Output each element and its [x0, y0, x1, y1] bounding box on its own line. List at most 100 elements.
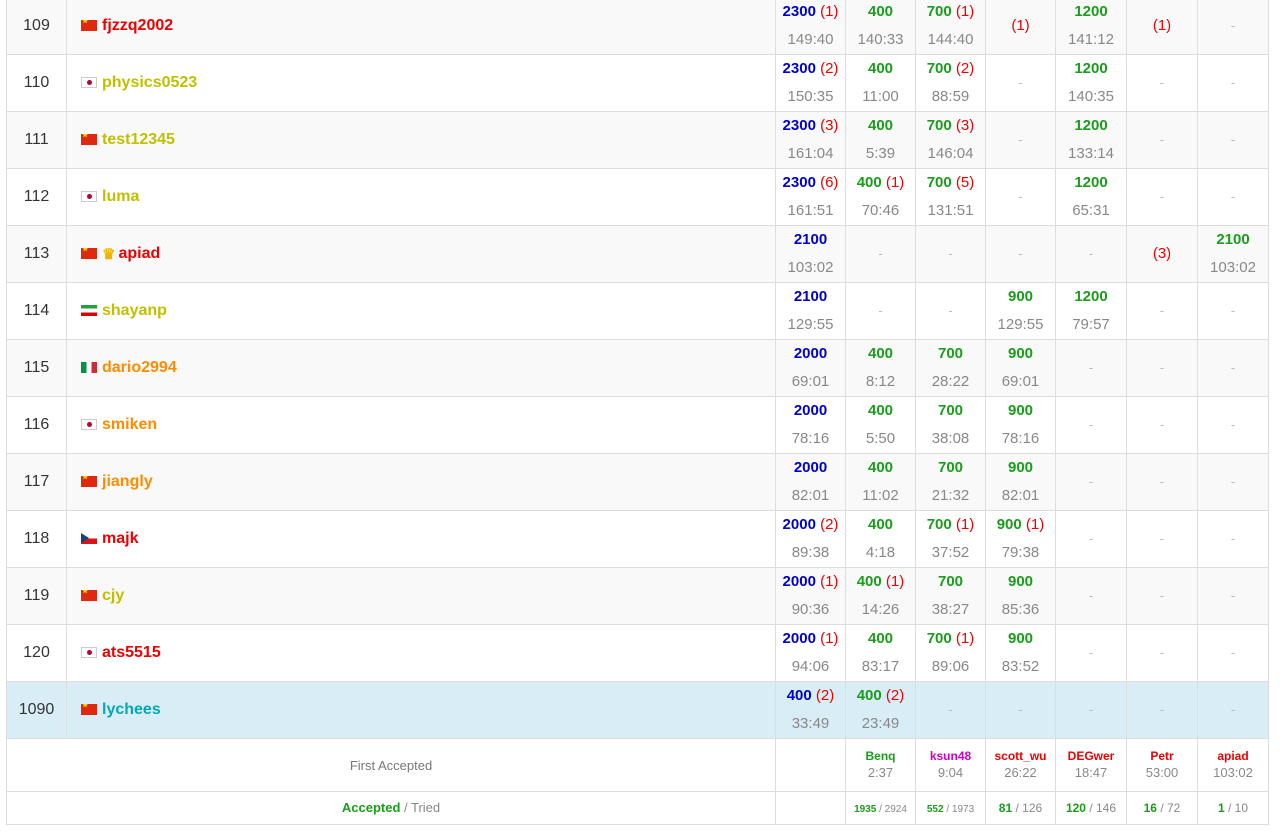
total-score-cell: 2000 (1) 90:36: [775, 567, 846, 625]
task-score: 400: [847, 457, 915, 479]
task-cell: 900 69:01: [985, 339, 1056, 397]
task-points: 900: [1007, 288, 1034, 305]
first-accepted-user[interactable]: Benq: [847, 748, 915, 764]
standings-row: 112 luma 2300 (6) 161:51 400 (1) 70:46 700 (5)…: [6, 168, 1269, 226]
task-score: 700 (2): [917, 58, 985, 80]
task-points: 400: [856, 687, 882, 704]
task-cell: -: [1055, 681, 1127, 739]
task-points: 900: [1007, 345, 1034, 362]
task-points: 1200: [1074, 3, 1108, 20]
total-score-cell: 400 (2) 33:49: [775, 681, 846, 739]
task-no-submission: -: [1018, 189, 1023, 204]
task-points: 400: [867, 60, 894, 77]
username-link[interactable]: cjy: [102, 587, 124, 604]
flag-cn-icon: [81, 590, 97, 601]
task-cell: -: [1126, 624, 1198, 682]
task-penalty: (1): [955, 516, 975, 533]
task-no-submission: -: [1230, 189, 1236, 204]
task-time: 140:33: [857, 31, 904, 48]
username-link[interactable]: luma: [102, 188, 139, 205]
username-link[interactable]: lychees: [102, 701, 161, 718]
task-points: 1200: [1074, 288, 1108, 305]
first-accepted-task[interactable]: Petr 53:00: [1126, 738, 1198, 792]
task-cell: -: [1055, 396, 1127, 454]
task-no-submission: -: [1159, 531, 1165, 546]
task-time: 144:40: [927, 31, 974, 48]
task-no-submission: -: [1088, 417, 1094, 432]
task-time: 69:01: [1001, 373, 1040, 390]
task-cell: -: [1197, 168, 1269, 226]
total-points: 2100: [793, 288, 828, 305]
task-cell: 1200 133:14: [1055, 111, 1127, 169]
standings-row: 119 cjy 2000 (1) 90:36 400 (1) 14:26 700 38:27 9…: [6, 567, 1269, 625]
standings-row: 116 smiken 2000 78:16 400 5:50 700 38:08 900 78:1…: [6, 396, 1269, 454]
task-score: 1200: [1057, 58, 1126, 80]
rank-cell: 118: [6, 510, 67, 568]
username-link[interactable]: shayanp: [102, 302, 167, 319]
first-accepted-user[interactable]: apiad: [1199, 748, 1268, 764]
first-accepted-user[interactable]: DEGwer: [1057, 748, 1126, 764]
task-no-submission: -: [1088, 588, 1094, 603]
total-score-cell: 2000 (1) 94:06: [775, 624, 846, 682]
task-no-submission: -: [1230, 75, 1236, 90]
task-cell: 700 (1) 144:40: [915, 0, 986, 55]
total-penalty: (2): [815, 687, 835, 704]
total-time: 150:35: [787, 88, 834, 105]
username-link[interactable]: apiad: [118, 245, 160, 262]
standings-body: 109 fjzzq2002 2300 (1) 149:40 400 140:33 700 (…: [6, 0, 1269, 739]
task-score: 700 (5): [917, 172, 985, 194]
task-no-submission: -: [1159, 588, 1165, 603]
task-no-submission: -: [1018, 702, 1023, 717]
username-link[interactable]: jiangly: [102, 473, 153, 490]
task-time: 79:57: [1072, 316, 1110, 333]
rank-cell: 117: [6, 453, 67, 511]
username-link[interactable]: physics0523: [102, 74, 197, 91]
task-score: 400: [847, 58, 915, 80]
first-accepted-user[interactable]: ksun48: [917, 748, 985, 764]
first-accepted-time: 2:37: [867, 765, 894, 780]
first-accepted-task[interactable]: apiad 103:02: [1197, 738, 1269, 792]
first-accepted-user[interactable]: scott_wu: [987, 748, 1055, 764]
first-accepted-task[interactable]: ksun48 9:04: [915, 738, 986, 792]
first-accepted-task[interactable]: scott_wu 26:22: [985, 738, 1056, 792]
rank-cell: 112: [6, 168, 67, 226]
total-score: 2300 (1): [777, 1, 845, 23]
task-no-submission: -: [1159, 702, 1165, 717]
task-penalty: (2): [885, 687, 905, 704]
task-cell: 400 5:39: [845, 111, 916, 169]
task-time: 38:08: [931, 430, 970, 447]
task-no-submission: -: [1230, 531, 1236, 546]
total-time: 161:04: [787, 145, 834, 162]
username-link[interactable]: dario2994: [102, 359, 177, 376]
task-score: 700 (1): [917, 1, 985, 23]
username-link[interactable]: fjzzq2002: [102, 17, 173, 34]
task-points: 700: [926, 174, 952, 191]
rank-cell: 116: [6, 396, 67, 454]
total-score-cell: 2300 (2) 150:35: [775, 54, 846, 112]
task-cell: 700 38:27: [915, 567, 986, 625]
task-cell: -: [1197, 0, 1269, 55]
task-cell: -: [1055, 624, 1127, 682]
task-score: 900: [987, 457, 1055, 479]
task-points: 400: [867, 516, 894, 533]
task-cell: (3): [1126, 225, 1198, 283]
task-cell: -: [1197, 396, 1269, 454]
total-time: 94:06: [791, 658, 830, 675]
task-cell: 1200 141:12: [1055, 0, 1127, 55]
task-cell: 400 83:17: [845, 624, 916, 682]
total-score-cell: 2300 (6) 161:51: [775, 168, 846, 226]
task-points: 900: [1007, 402, 1034, 419]
username-link[interactable]: test12345: [102, 131, 175, 148]
first-accepted-task[interactable]: DEGwer 18:47: [1055, 738, 1127, 792]
total-points: 2000: [793, 402, 828, 419]
first-accepted-task[interactable]: Benq 2:37: [845, 738, 916, 792]
username-link[interactable]: majk: [102, 530, 138, 547]
flag-jp-icon: [81, 77, 97, 88]
total-time: 161:51: [787, 202, 834, 219]
user-cell: dario2994: [66, 339, 776, 397]
user-cell: ats5515: [66, 624, 776, 682]
username-link[interactable]: ats5515: [102, 644, 161, 661]
first-accepted-user[interactable]: Petr: [1128, 748, 1197, 764]
task-score: 700: [917, 400, 985, 422]
username-link[interactable]: smiken: [102, 416, 157, 433]
